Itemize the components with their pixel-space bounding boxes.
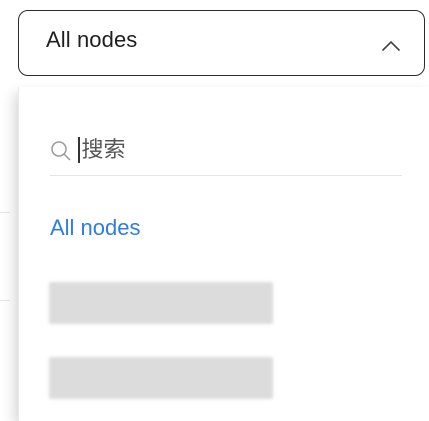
node-select-trigger[interactable]: All nodes bbox=[18, 10, 425, 76]
background-divider bbox=[0, 300, 10, 301]
search-divider bbox=[50, 175, 402, 176]
node-select-widget: All nodes All nodes bbox=[0, 0, 429, 421]
selected-value: All nodes bbox=[46, 27, 138, 52]
search-input[interactable] bbox=[81, 137, 362, 163]
background-divider bbox=[0, 212, 10, 213]
option-redacted[interactable] bbox=[49, 282, 273, 324]
option-redacted[interactable] bbox=[49, 357, 273, 399]
chevron-up-icon bbox=[380, 39, 402, 53]
option-all-nodes[interactable]: All nodes bbox=[50, 215, 141, 241]
search-icon bbox=[50, 140, 72, 162]
dropdown-panel: All nodes bbox=[18, 87, 429, 421]
search-box[interactable] bbox=[50, 125, 400, 175]
text-cursor bbox=[78, 137, 80, 163]
